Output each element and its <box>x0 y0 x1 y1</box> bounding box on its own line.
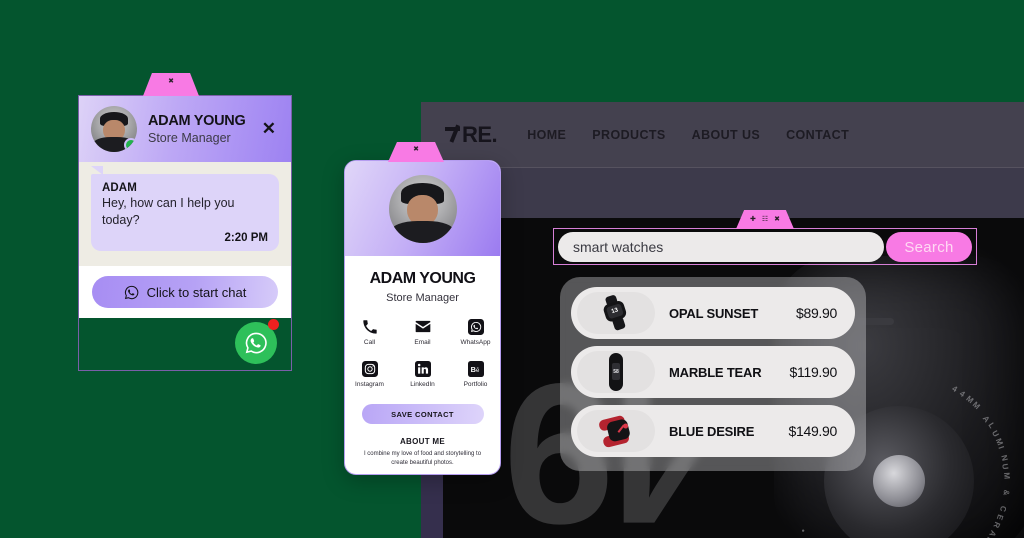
contact-link-portfolio[interactable]: B ē Portfolio <box>459 360 493 388</box>
chat-footer: Click to start chat <box>79 266 291 318</box>
ring-text-char: M <box>1001 471 1012 481</box>
product-thumbnail-blue-desire <box>577 410 655 452</box>
contact-link-email[interactable]: Email <box>406 318 440 346</box>
contact-link-label: WhatsApp <box>460 339 491 346</box>
product-price: $119.90 <box>789 364 838 380</box>
instagram-icon <box>361 360 378 377</box>
table-row[interactable]: BLUE DESIRE $149.90 <box>571 405 855 457</box>
site-logo-text: RE. <box>462 121 498 147</box>
product-thumbnail-marble-tear: 58 <box>577 351 655 393</box>
phone-icon <box>361 318 378 335</box>
website-navbar: RE. HOME PRODUCTS ABOUT US CONTACT <box>421 102 1024 168</box>
start-chat-button[interactable]: Click to start chat <box>92 276 278 308</box>
about-section-title: ABOUT ME <box>399 437 446 446</box>
search-bar-widget: ✚ ☷ ✖ smart watches Search <box>553 210 977 265</box>
marble-tear-band-icon: 58 <box>609 353 623 391</box>
close-icon[interactable]: ✖ <box>168 78 174 85</box>
contact-link-linkedin[interactable]: LinkedIn <box>406 360 440 388</box>
contact-link-label: Call <box>363 339 376 346</box>
notification-badge <box>268 319 279 330</box>
message-timestamp: 2:20 PM <box>224 231 268 244</box>
message-sender: ADAM <box>102 182 137 194</box>
contact-link-label: Email <box>414 339 431 346</box>
avatar <box>91 106 137 152</box>
online-status-dot <box>124 138 137 152</box>
product-results-panel: 13 OPAL SUNSET $89.90 58 MARBLE TEAR $11… <box>560 277 866 471</box>
business-card-widget: ADAM YOUNG Store Manager Call Email What… <box>344 160 501 475</box>
page-title: ADAM YOUNG <box>369 270 476 287</box>
contact-link-call[interactable]: Call <box>353 318 387 346</box>
arrow-mark-icon <box>445 126 461 143</box>
search-widget-handle[interactable]: ✚ ☷ ✖ <box>736 210 794 229</box>
ring-text-char: N <box>998 453 1010 464</box>
whatsapp-icon <box>124 285 138 299</box>
save-contact-button[interactable]: SAVE CONTACT <box>361 404 484 424</box>
close-icon[interactable]: ✕ <box>259 117 279 141</box>
chat-identity: ADAM YOUNG Store Manager <box>148 113 259 145</box>
nav-link-home[interactable]: HOME <box>527 128 566 142</box>
search-button[interactable]: Search <box>886 232 972 262</box>
business-card-header <box>345 161 500 256</box>
svg-text:B: B <box>470 365 475 374</box>
watch-screen-text: 58 <box>612 363 620 380</box>
table-row[interactable]: 13 OPAL SUNSET $89.90 <box>571 287 855 339</box>
product-name: OPAL SUNSET <box>669 305 759 321</box>
contact-role: Store Manager <box>148 131 231 145</box>
whatsapp-icon <box>245 332 267 354</box>
start-chat-label: Click to start chat <box>146 284 247 300</box>
chat-header: ADAM YOUNG Store Manager ✕ <box>79 96 291 162</box>
avatar <box>388 174 457 243</box>
close-icon[interactable]: ✖ <box>774 216 780 223</box>
contact-role: Store Manager <box>386 292 459 304</box>
table-row[interactable]: 58 MARBLE TEAR $119.90 <box>571 346 855 398</box>
chat-widget-handle[interactable]: ✖ <box>143 73 199 96</box>
message-text: Hey, how can I help you today? <box>102 196 235 227</box>
email-icon <box>414 318 431 335</box>
search-input[interactable]: smart watches <box>558 232 884 262</box>
nav-link-about-us[interactable]: ABOUT US <box>692 128 760 142</box>
site-logo[interactable]: RE. <box>445 121 498 148</box>
chat-message-list: ADAM Hey, how can I help you today? 2:20… <box>79 162 291 266</box>
blue-desire-watch-icon <box>596 412 636 449</box>
contact-links-row-2: Instagram LinkedIn B ē Portfolio <box>345 360 500 388</box>
contact-link-label: Instagram <box>355 381 384 388</box>
contact-link-label: LinkedIn <box>410 381 435 388</box>
whatsapp-icon <box>467 318 484 335</box>
contact-name: ADAM YOUNG <box>148 113 246 129</box>
about-section-text: I combine my love of food and storytelli… <box>363 451 482 467</box>
canvas: RE. HOME PRODUCTS ABOUT US CONTACT 49 44… <box>0 0 1024 538</box>
move-icon[interactable]: ✚ <box>750 216 756 223</box>
grid-icon[interactable]: ☷ <box>762 216 768 223</box>
ring-text-char: & <box>1001 488 1011 497</box>
linkedin-icon <box>414 360 431 377</box>
behance-icon: B ē <box>467 360 484 377</box>
chat-fab-area <box>79 318 291 372</box>
business-card-handle[interactable]: ✖ <box>388 142 444 162</box>
nav-link-products[interactable]: PRODUCTS <box>592 128 665 142</box>
contact-link-instagram[interactable]: Instagram <box>353 360 387 388</box>
product-price: $89.90 <box>795 305 837 321</box>
opal-sunset-watch-icon: 13 <box>597 294 635 332</box>
product-thumbnail-opal-sunset: 13 <box>577 292 655 334</box>
ring-text-char: • <box>798 526 809 535</box>
chat-message-bubble: ADAM Hey, how can I help you today? 2:20… <box>91 166 279 251</box>
product-price: $149.90 <box>788 423 837 439</box>
ring-text-char: I <box>996 445 1007 452</box>
chat-widget: ✖ ADAM YOUNG Store Manager ✕ ADAM Hey, h… <box>78 73 292 372</box>
contact-link-label: Portfolio <box>463 381 488 388</box>
close-icon[interactable]: ✖ <box>413 146 419 153</box>
nav-link-contact[interactable]: CONTACT <box>786 128 849 142</box>
ring-text-char: U <box>1000 462 1011 472</box>
contact-link-whatsapp[interactable]: WhatsApp <box>459 318 493 346</box>
product-name: MARBLE TEAR <box>669 364 762 380</box>
product-name: BLUE DESIRE <box>669 423 755 439</box>
contact-links-row-1: Call Email WhatsApp <box>345 318 500 346</box>
